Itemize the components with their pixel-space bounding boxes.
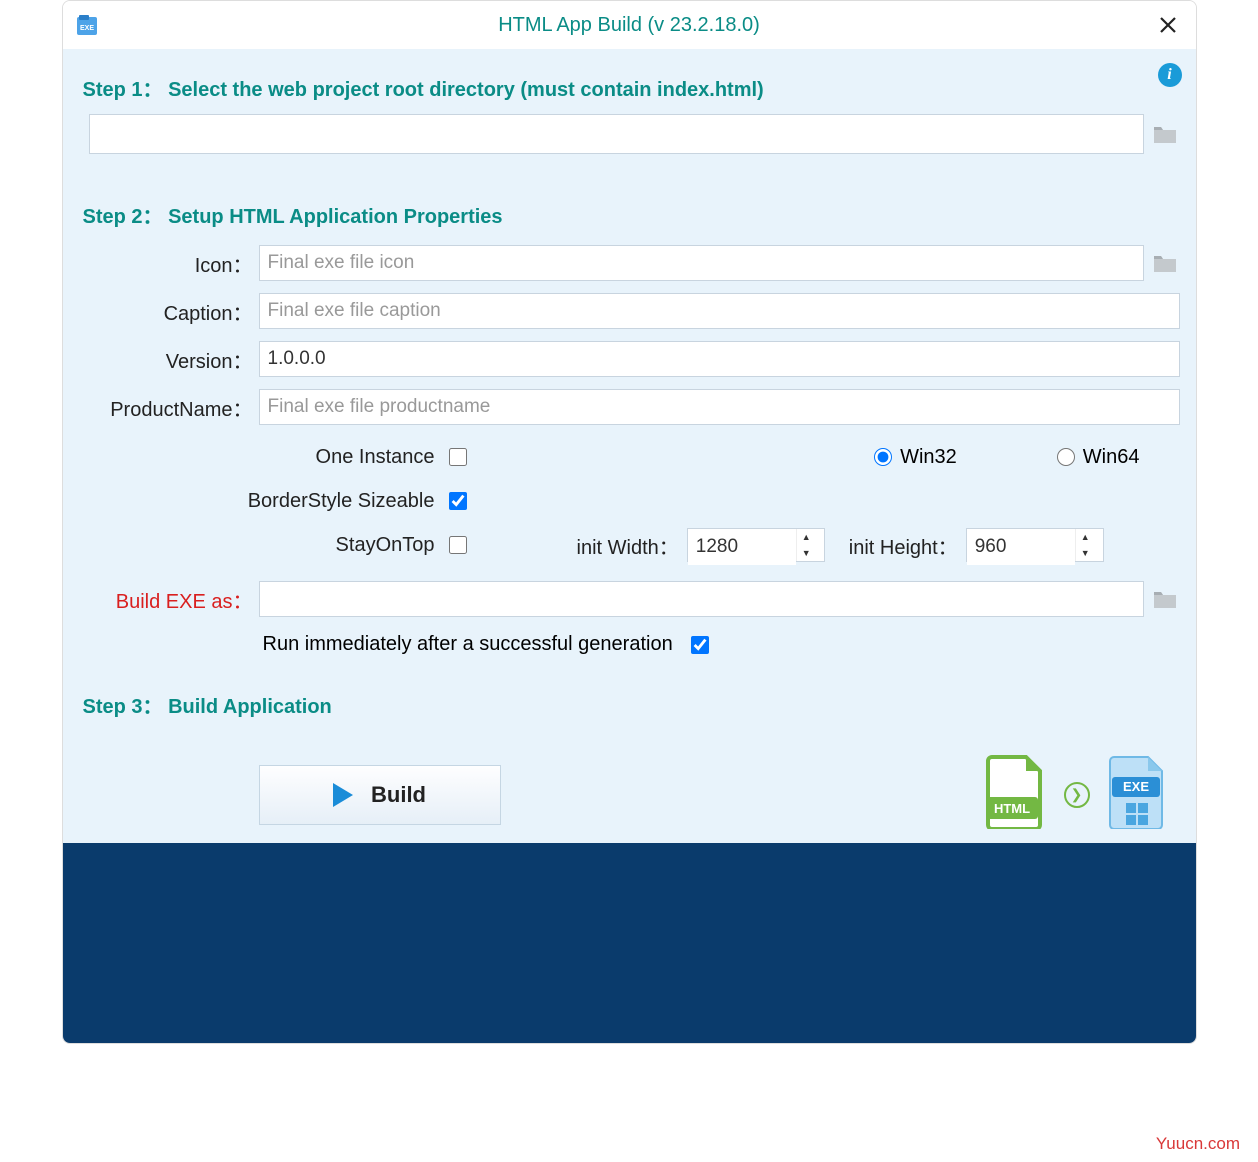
caption-input[interactable] xyxy=(259,293,1180,329)
run-after-label: Run immediately after a successful gener… xyxy=(263,633,673,656)
win32-radio[interactable] xyxy=(874,448,892,466)
arrow-icon: ❯ xyxy=(1064,782,1090,808)
build-exe-as-label: Build EXE as： xyxy=(79,585,259,614)
icon-input[interactable] xyxy=(259,245,1144,281)
stay-on-top-checkbox[interactable] xyxy=(449,536,467,554)
height-down-button[interactable]: ▼ xyxy=(1076,545,1095,561)
content-area: i Step 1： Select the web project root di… xyxy=(63,49,1196,843)
app-icon: EXE xyxy=(75,13,99,37)
win32-radio-item[interactable]: Win32 xyxy=(874,446,957,469)
svg-text:EXE: EXE xyxy=(79,25,93,32)
one-instance-label: One Instance xyxy=(79,446,449,469)
win64-label: Win64 xyxy=(1083,446,1140,469)
browse-icon-button[interactable] xyxy=(1150,248,1180,278)
init-width-spinner[interactable]: ▲ ▼ xyxy=(687,528,825,562)
html-file-icon: HTML xyxy=(984,755,1048,834)
footer-panel xyxy=(63,843,1196,1043)
svg-text:HTML: HTML xyxy=(993,801,1029,816)
step1-header: Step 1： Select the web project root dire… xyxy=(83,73,1180,102)
svg-text:EXE: EXE xyxy=(1122,779,1148,794)
win64-radio[interactable] xyxy=(1057,448,1075,466)
init-width-input[interactable] xyxy=(688,529,796,565)
one-instance-checkbox[interactable] xyxy=(449,448,467,466)
productname-label: ProductName： xyxy=(79,393,259,422)
init-height-spinner[interactable]: ▲ ▼ xyxy=(966,528,1104,562)
step2-header: Step 2： Setup HTML Application Propertie… xyxy=(83,200,1180,229)
win64-radio-item[interactable]: Win64 xyxy=(1057,446,1140,469)
info-icon[interactable]: i xyxy=(1158,63,1182,87)
version-label: Version： xyxy=(79,345,259,374)
app-window: EXE HTML App Build (v 23.2.18.0) i Step … xyxy=(62,0,1197,1044)
init-height-label: init Height： xyxy=(849,531,958,560)
build-button[interactable]: Build xyxy=(259,765,501,825)
browse-output-button[interactable] xyxy=(1150,584,1180,614)
browse-root-button[interactable] xyxy=(1150,119,1180,149)
icon-label: Icon： xyxy=(79,249,259,278)
exe-file-icon: EXE xyxy=(1106,755,1170,834)
width-down-button[interactable]: ▼ xyxy=(797,545,816,561)
window-title: HTML App Build (v 23.2.18.0) xyxy=(107,14,1152,37)
step3-header: Step 3： Build Application xyxy=(83,690,1180,719)
border-sizeable-checkbox[interactable] xyxy=(449,492,467,510)
build-button-label: Build xyxy=(371,782,426,808)
watermark: Yuucn.com xyxy=(1156,1134,1240,1154)
width-up-button[interactable]: ▲ xyxy=(797,529,816,545)
close-button[interactable] xyxy=(1152,9,1184,41)
project-root-input[interactable] xyxy=(89,114,1144,154)
conversion-graphic: HTML ❯ EXE xyxy=(984,755,1170,834)
play-icon xyxy=(333,783,353,807)
version-input[interactable] xyxy=(259,341,1180,377)
build-exe-as-input[interactable] xyxy=(259,581,1144,617)
win32-label: Win32 xyxy=(900,446,957,469)
init-height-input[interactable] xyxy=(967,529,1075,565)
titlebar: EXE HTML App Build (v 23.2.18.0) xyxy=(63,1,1196,49)
caption-label: Caption： xyxy=(79,297,259,326)
height-up-button[interactable]: ▲ xyxy=(1076,529,1095,545)
productname-input[interactable] xyxy=(259,389,1180,425)
stay-on-top-label: StayOnTop xyxy=(79,534,449,557)
run-after-checkbox[interactable] xyxy=(691,636,709,654)
border-sizeable-label: BorderStyle Sizeable xyxy=(79,490,449,513)
init-width-label: init Width： xyxy=(577,531,679,560)
